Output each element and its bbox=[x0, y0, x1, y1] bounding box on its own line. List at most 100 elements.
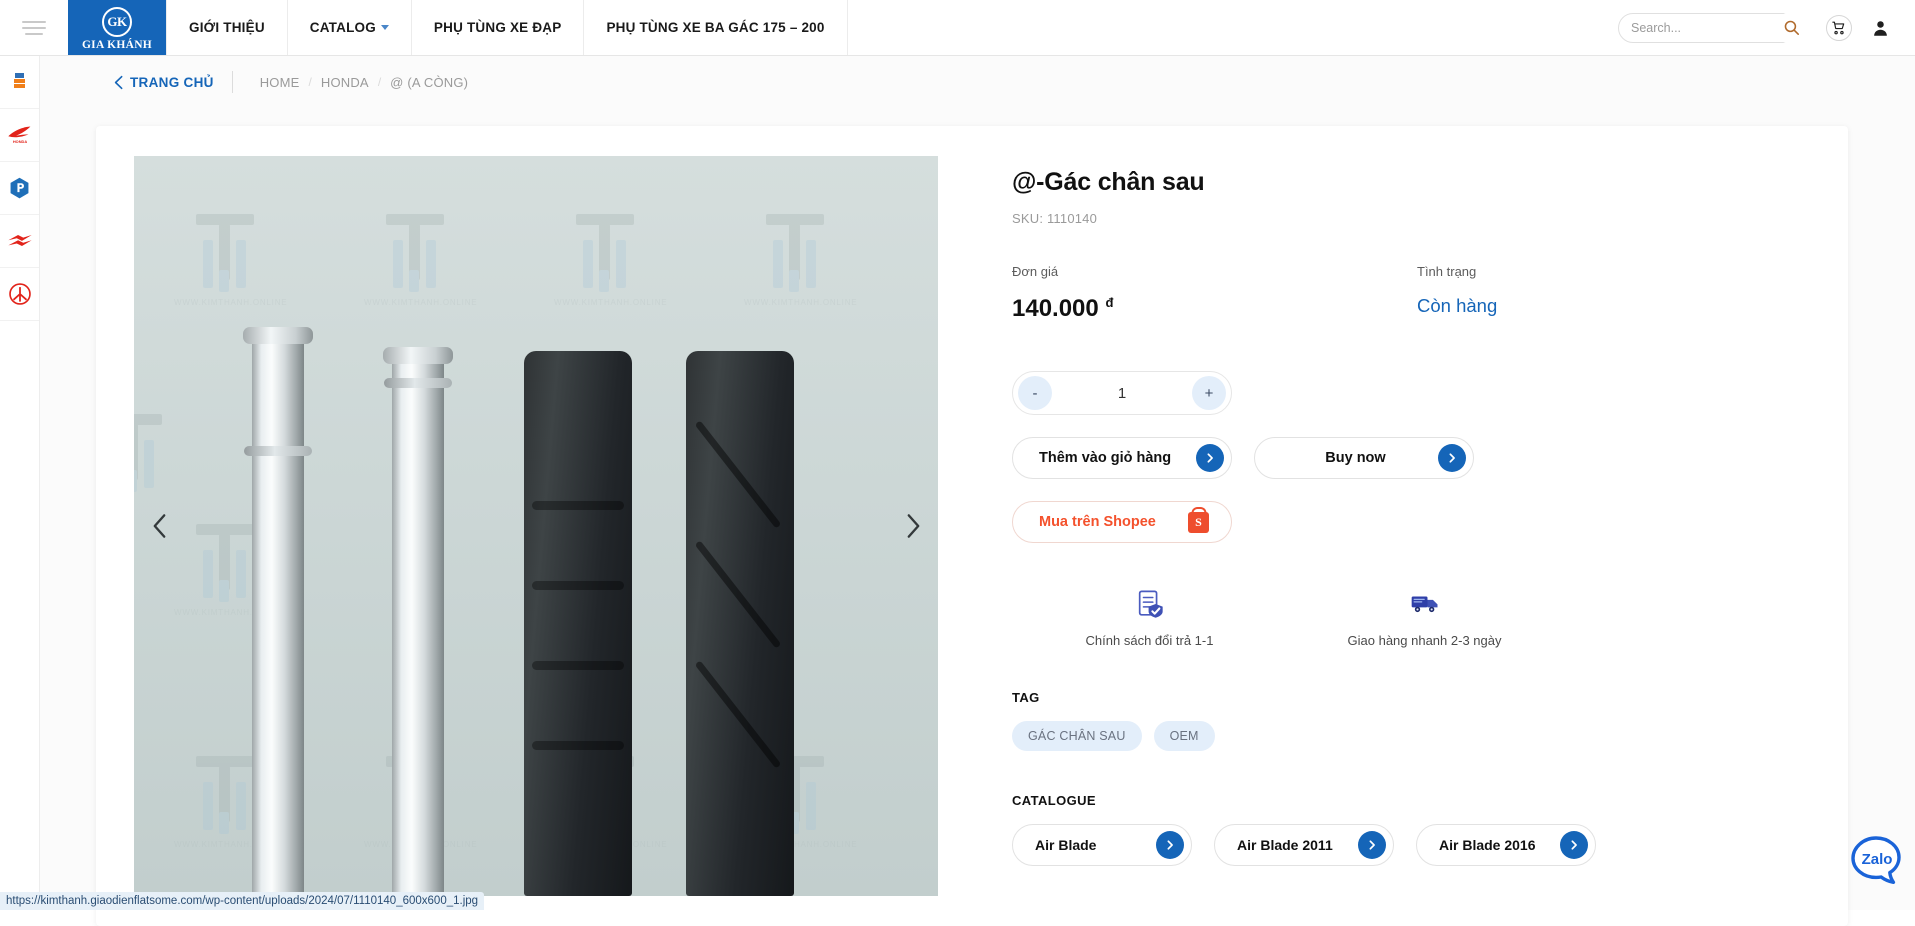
quantity-stepper[interactable]: - 1 + bbox=[1012, 371, 1232, 415]
promo-return-policy: Chính sách đổi trả 1-1 bbox=[1012, 589, 1287, 648]
watermark-text: WWW.KIMTHANH.ONLINE bbox=[744, 298, 857, 307]
product-part-metal-pin bbox=[392, 356, 444, 896]
buy-on-shopee-label: Mua trên Shopee bbox=[1039, 514, 1156, 530]
breadcrumb-home-link[interactable]: TRANG CHỦ bbox=[114, 75, 232, 90]
search-icon[interactable] bbox=[1775, 12, 1807, 44]
brand-sidebar-rail: HONDA bbox=[0, 56, 40, 910]
rubber-stripe bbox=[695, 540, 782, 648]
breadcrumb-home-label: TRANG CHỦ bbox=[130, 75, 214, 90]
rubber-ridge bbox=[532, 581, 624, 590]
sidebar-item-honda[interactable]: HONDA bbox=[0, 109, 39, 162]
rubber-stripe bbox=[695, 660, 782, 768]
price-label: Đơn giá bbox=[1012, 264, 1417, 279]
promo-label: Chính sách đổi trả 1-1 bbox=[1086, 633, 1214, 648]
watermark-text: WWW.KIMTHANH.ONLINE bbox=[554, 298, 667, 307]
product-gallery: WWW.KIMTHANH.ONLINE WWW.KIMTHANH.ONLINE … bbox=[96, 126, 976, 926]
product-sku: SKU: 1110140 bbox=[1012, 211, 1802, 226]
nav-item-catalog[interactable]: CATALOG bbox=[288, 0, 412, 55]
quantity-increase-button[interactable]: + bbox=[1192, 376, 1226, 410]
sidebar-item-yamaha[interactable] bbox=[0, 268, 39, 321]
nav-item-label: PHỤ TÙNG XE BA GÁC 175 – 200 bbox=[606, 20, 824, 35]
header-actions bbox=[1618, 0, 1915, 55]
arrow-right-icon bbox=[1358, 831, 1386, 859]
catalogue-item-air-blade-2011[interactable]: Air Blade 2011 bbox=[1214, 824, 1394, 866]
arrow-right-icon bbox=[1560, 831, 1588, 859]
buy-now-label: Buy now bbox=[1255, 450, 1438, 466]
return-policy-icon bbox=[1135, 589, 1165, 619]
arrow-right-icon bbox=[1438, 444, 1466, 472]
brand-logo-piaggio-icon bbox=[9, 177, 30, 199]
pin-collar bbox=[244, 446, 312, 456]
rubber-ridge bbox=[532, 741, 624, 750]
gallery-next-button[interactable] bbox=[894, 507, 932, 545]
rubber-stripe bbox=[695, 420, 782, 528]
rubber-ridge bbox=[532, 501, 624, 510]
buy-on-shopee-button[interactable]: Mua trên Shopee S bbox=[1012, 501, 1232, 543]
quantity-value: 1 bbox=[1118, 385, 1126, 402]
quantity-decrease-button[interactable]: - bbox=[1018, 376, 1052, 410]
product-image[interactable]: WWW.KIMTHANH.ONLINE WWW.KIMTHANH.ONLINE … bbox=[134, 156, 938, 896]
price-amount: 140.000 bbox=[1012, 295, 1099, 322]
breadcrumb-item-home[interactable]: HOME bbox=[251, 75, 309, 90]
zalo-icon: Zalo bbox=[1849, 834, 1903, 888]
hamburger-menu-icon[interactable] bbox=[0, 0, 68, 55]
buy-now-button[interactable]: Buy now bbox=[1254, 437, 1474, 479]
logo-monogram-text: GK bbox=[107, 14, 126, 30]
gallery-prev-button[interactable] bbox=[140, 507, 178, 545]
main-navigation: GIỚI THIỆU CATALOG PHỤ TÙNG XE ĐẠP PHỤ T… bbox=[166, 0, 848, 55]
tag-section-heading: TAG bbox=[1012, 690, 1802, 705]
pin-head bbox=[243, 327, 313, 344]
tag-item[interactable]: OEM bbox=[1154, 721, 1215, 751]
status-bar-url: https://kimthanh.giaodienflatsome.com/wp… bbox=[6, 895, 478, 907]
user-account-icon[interactable] bbox=[1872, 19, 1889, 37]
search-input[interactable] bbox=[1631, 21, 1793, 35]
breadcrumb-item-honda[interactable]: HONDA bbox=[312, 75, 378, 90]
catalogue-item-air-blade[interactable]: Air Blade bbox=[1012, 824, 1192, 866]
sidebar-item-piaggio[interactable] bbox=[0, 162, 39, 215]
site-logo[interactable]: GK GIA KHÁNH bbox=[68, 0, 166, 55]
brand-logo-kimthanh-icon bbox=[13, 72, 26, 92]
add-to-cart-label: Thêm vào giỏ hàng bbox=[1039, 450, 1171, 466]
nav-item-phu-tung-xe-dap[interactable]: PHỤ TÙNG XE ĐẠP bbox=[412, 0, 585, 55]
hamburger-line bbox=[22, 27, 46, 29]
sidebar-item-suzuki[interactable] bbox=[0, 215, 39, 268]
purchase-buttons: Thêm vào giỏ hàng Buy now bbox=[1012, 437, 1802, 479]
price-block: Đơn giá 140.000 đ bbox=[1012, 264, 1417, 323]
product-card: WWW.KIMTHANH.ONLINE WWW.KIMTHANH.ONLINE … bbox=[96, 126, 1848, 926]
shopee-bag-icon: S bbox=[1188, 512, 1209, 533]
product-info: @-Gác chân sau SKU: 1110140 Đơn giá 140.… bbox=[976, 126, 1848, 926]
arrow-right-icon bbox=[1156, 831, 1184, 859]
price-value: 140.000 đ bbox=[1012, 295, 1417, 323]
nav-item-phu-tung-xe-ba-gac[interactable]: PHỤ TÙNG XE BA GÁC 175 – 200 bbox=[584, 0, 847, 55]
chevron-right-icon bbox=[905, 513, 922, 539]
search-box[interactable] bbox=[1618, 13, 1806, 43]
catalogue-item-label: Air Blade 2016 bbox=[1439, 837, 1536, 853]
watermark-text: WWW.KIMTHANH.ONLINE bbox=[364, 298, 477, 307]
logo-monogram-icon: GK bbox=[102, 7, 132, 37]
pin-collar bbox=[384, 378, 452, 388]
chevron-left-icon bbox=[114, 75, 123, 90]
zalo-label: Zalo bbox=[1862, 851, 1893, 868]
product-part-rubber-peg bbox=[686, 351, 794, 896]
price-status-row: Đơn giá 140.000 đ Tình trạng Còn hàng bbox=[1012, 264, 1802, 323]
stock-block: Tình trạng Còn hàng bbox=[1417, 264, 1497, 323]
nav-item-gioi-thieu[interactable]: GIỚI THIỆU bbox=[166, 0, 288, 55]
catalogue-item-label: Air Blade 2011 bbox=[1237, 837, 1333, 853]
arrow-right-icon bbox=[1196, 444, 1224, 472]
catalogue-list: Air Blade Air Blade 2011 bbox=[1012, 824, 1802, 866]
browser-status-bar: https://kimthanh.giaodienflatsome.com/wp… bbox=[0, 892, 484, 910]
status-badge: Còn hàng bbox=[1417, 295, 1497, 317]
sidebar-item-kimthanh[interactable] bbox=[0, 56, 39, 109]
promo-row: Chính sách đổi trả 1-1 Giao hàng nhanh 2… bbox=[1012, 589, 1802, 648]
price-currency: đ bbox=[1105, 295, 1113, 310]
catalogue-item-air-blade-2016[interactable]: Air Blade 2016 bbox=[1416, 824, 1596, 866]
rubber-ridge bbox=[532, 661, 624, 670]
zalo-chat-widget[interactable]: Zalo bbox=[1849, 834, 1903, 888]
add-to-cart-button[interactable]: Thêm vào giỏ hàng bbox=[1012, 437, 1232, 479]
shopping-cart-icon[interactable] bbox=[1826, 15, 1852, 41]
site-header: GK GIA KHÁNH GIỚI THIỆU CATALOG PHỤ TÙNG… bbox=[0, 0, 1915, 56]
breadcrumb-item-acong: @ (A CÒNG) bbox=[381, 75, 477, 90]
nav-item-label: GIỚI THIỆU bbox=[189, 20, 265, 35]
chevron-down-icon bbox=[381, 25, 389, 30]
tag-item[interactable]: GÁC CHÂN SAU bbox=[1012, 721, 1142, 751]
